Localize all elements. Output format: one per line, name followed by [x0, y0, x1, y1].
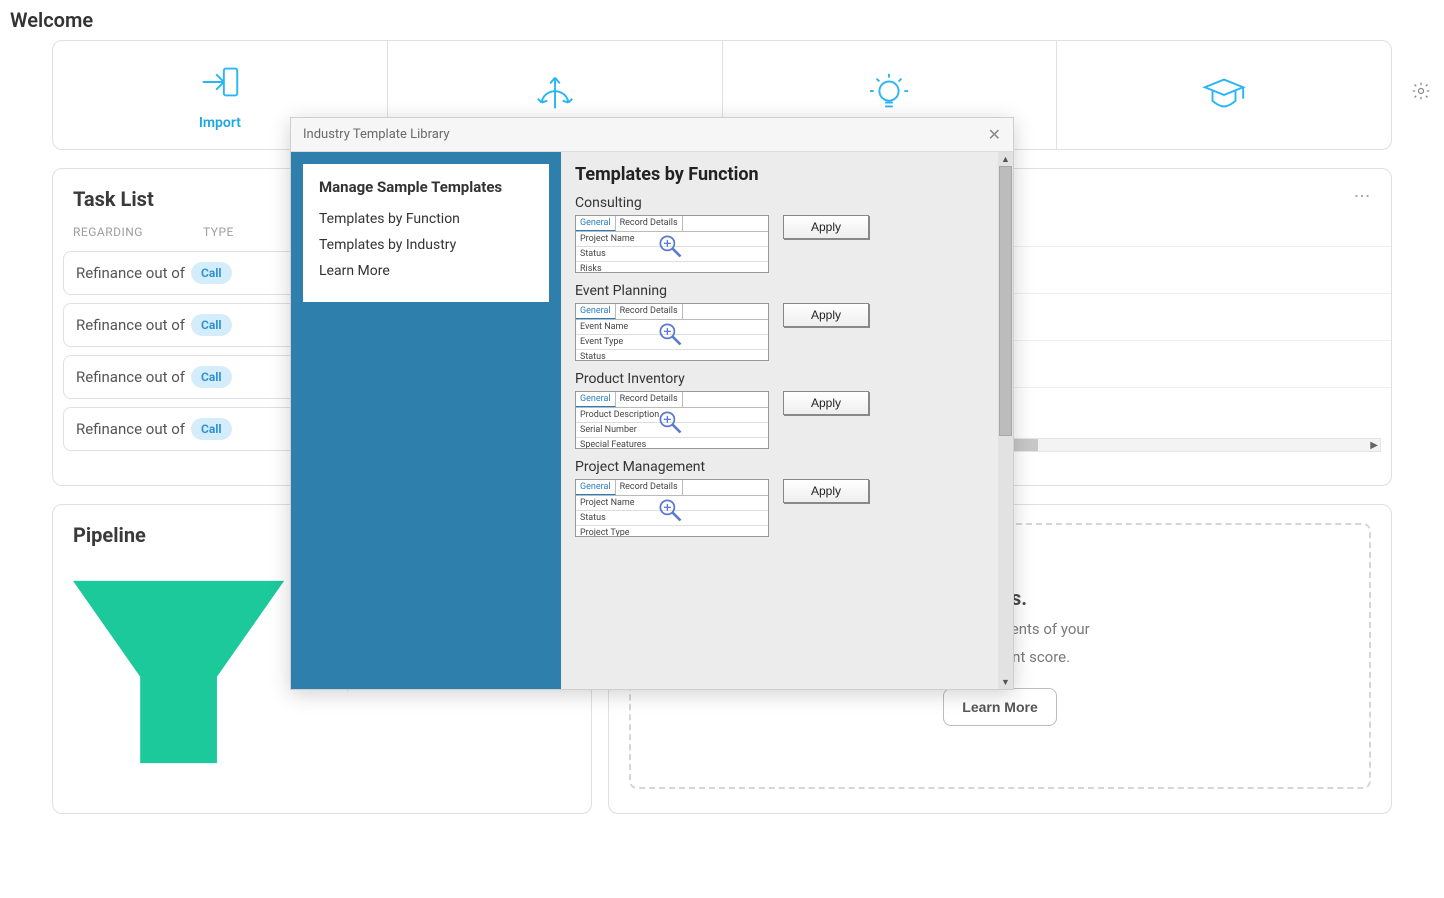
magnify-icon: [656, 232, 684, 263]
modal-vscrollbar[interactable]: ▲ ▼: [998, 152, 1013, 689]
thumb-field: Project Type: [576, 526, 768, 537]
task-type-chip: Call: [191, 314, 232, 336]
vscroll-thumb[interactable]: [999, 166, 1012, 436]
magnify-icon: [656, 496, 684, 527]
opportunity-menu-button[interactable]: ⋮: [1353, 188, 1372, 205]
thumb-tab: General: [576, 480, 616, 495]
task-list-title: Task List: [73, 187, 154, 211]
task-type-chip: Call: [191, 262, 232, 284]
vscroll-up-arrow-icon[interactable]: ▲: [998, 152, 1013, 166]
graduation-cap-icon: [1201, 70, 1247, 120]
leads-learn-more-button[interactable]: Learn More: [943, 688, 1056, 726]
thumb-tab: Record Details: [616, 480, 683, 495]
modal-main-title: Templates by Function: [575, 164, 995, 185]
thumb-tab: Record Details: [616, 216, 683, 231]
gear-icon: [1411, 86, 1431, 105]
thumb-tab: General: [576, 304, 616, 319]
thumb-tab: Record Details: [616, 392, 683, 407]
settings-gear-button[interactable]: [1411, 81, 1431, 105]
template-category-title: Product Inventory: [575, 371, 995, 387]
thumb-tab: General: [576, 216, 616, 231]
modal-side-link[interactable]: Templates by Function: [319, 206, 533, 232]
page-title: Welcome: [0, 0, 1444, 40]
modal-side-link[interactable]: Learn More: [319, 258, 533, 284]
modal-side-link[interactable]: Templates by Industry: [319, 232, 533, 258]
template-category-title: Consulting: [575, 195, 995, 211]
task-type-chip: Call: [191, 366, 232, 388]
template-apply-button[interactable]: Apply: [783, 391, 869, 415]
task-regarding: Refinance out of: [76, 368, 185, 386]
template-thumbnail[interactable]: GeneralRecord DetailsProject NameStatusP…: [575, 479, 769, 537]
modal-close-button[interactable]: ✕: [988, 125, 1001, 144]
magnify-icon: [656, 320, 684, 351]
vscroll-down-arrow-icon[interactable]: ▼: [998, 675, 1013, 689]
close-icon: ✕: [988, 125, 1001, 144]
task-regarding: Refinance out of: [76, 316, 185, 334]
template-thumbnail[interactable]: GeneralRecord DetailsEvent NameEvent Typ…: [575, 303, 769, 361]
action-learn[interactable]: [1056, 41, 1391, 149]
template-category-title: Event Planning: [575, 283, 995, 299]
import-icon: [197, 59, 243, 109]
thumb-tab: Record Details: [616, 304, 683, 319]
modal-sidebar: Manage Sample Templates Templates by Fun…: [291, 152, 561, 689]
thumb-field: Special Features: [576, 438, 768, 449]
template-thumbnail[interactable]: GeneralRecord DetailsProduct Description…: [575, 391, 769, 449]
col-regarding: REGARDING: [73, 225, 203, 239]
magnify-icon: [656, 408, 684, 439]
template-thumbnail[interactable]: GeneralRecord DetailsProject NameStatusR…: [575, 215, 769, 273]
thumb-tab: General: [576, 392, 616, 407]
modal-titlebar: Industry Template Library ✕: [291, 118, 1013, 152]
action-import-label: Import: [199, 115, 241, 131]
modal-title: Industry Template Library: [303, 127, 450, 142]
modal-side-title: Manage Sample Templates: [319, 178, 533, 196]
template-apply-button[interactable]: Apply: [783, 303, 869, 327]
task-regarding: Refinance out of: [76, 264, 185, 282]
thumb-field: Status: [576, 350, 768, 361]
task-regarding: Refinance out of: [76, 420, 185, 438]
template-category-title: Project Management: [575, 459, 995, 475]
pipeline-funnel-chart: [73, 577, 284, 767]
hscroll-arrow-right-icon[interactable]: ▶: [1370, 440, 1378, 451]
template-apply-button[interactable]: Apply: [783, 479, 869, 503]
modal-main: Templates by Function ConsultingGeneralR…: [561, 152, 1013, 689]
template-apply-button[interactable]: Apply: [783, 215, 869, 239]
lightbulb-icon: [866, 70, 912, 120]
task-type-chip: Call: [191, 418, 232, 440]
thumb-field: Risks: [576, 262, 768, 273]
branch-icon: [532, 70, 578, 120]
industry-template-library-modal: Industry Template Library ✕ Manage Sampl…: [290, 117, 1014, 690]
